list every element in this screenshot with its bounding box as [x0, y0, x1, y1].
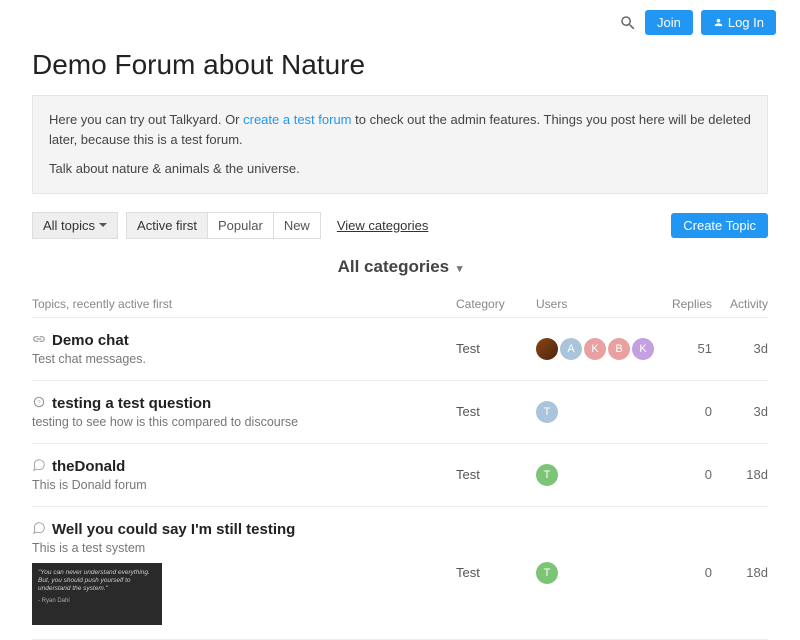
- topic-title[interactable]: testing a test question: [52, 395, 211, 412]
- topic-replies: 0: [656, 467, 712, 482]
- topic-excerpt: This is a test system: [32, 541, 446, 555]
- search-icon[interactable]: [619, 14, 637, 32]
- topic-excerpt: testing to see how is this compared to d…: [32, 415, 446, 429]
- create-test-forum-link[interactable]: create a test forum: [243, 112, 351, 127]
- topic-thumbnail[interactable]: "You can never understand everything. Bu…: [32, 563, 162, 625]
- login-button[interactable]: Log In: [701, 10, 776, 35]
- intro-box: Here you can try out Talkyard. Or create…: [32, 95, 768, 194]
- link-icon: [32, 332, 46, 349]
- topic-category[interactable]: Test: [456, 341, 536, 356]
- col-header-topic: Topics, recently active first: [32, 297, 456, 311]
- intro-text-2: Talk about nature & animals & the univer…: [49, 159, 751, 179]
- sort-tabs: Active first Popular New: [126, 212, 321, 239]
- sort-new[interactable]: New: [274, 213, 320, 238]
- create-topic-button[interactable]: Create Topic: [671, 213, 768, 238]
- topic-activity: 3d: [712, 404, 768, 419]
- login-label: Log In: [728, 15, 764, 30]
- topic-title[interactable]: theDonald: [52, 458, 125, 475]
- col-header-activity: Activity: [712, 297, 768, 311]
- topic-main: Demo chat Test chat messages.: [32, 332, 456, 366]
- all-topics-dropdown[interactable]: All topics: [32, 212, 118, 239]
- all-categories-label: All categories: [338, 257, 450, 276]
- intro-text-a: Here you can try out Talkyard. Or: [49, 112, 243, 127]
- avatar[interactable]: K: [584, 338, 606, 360]
- chat-icon: [32, 458, 46, 475]
- topic-main: ? testing a test question testing to see h…: [32, 395, 456, 429]
- join-button[interactable]: Join: [645, 10, 693, 35]
- sort-active-first[interactable]: Active first: [127, 213, 208, 238]
- all-topics-label: All topics: [43, 218, 95, 233]
- topic-users: T: [536, 464, 656, 486]
- caret-down-icon: [99, 223, 107, 227]
- avatar[interactable]: B: [608, 338, 630, 360]
- topic-activity: 18d: [712, 467, 768, 482]
- topic-row[interactable]: ? testing a test question testing to see h…: [32, 381, 768, 444]
- topic-replies: 0: [656, 565, 712, 580]
- avatar[interactable]: T: [536, 401, 558, 423]
- topic-replies: 0: [656, 404, 712, 419]
- topic-title[interactable]: Well you could say I'm still testing: [52, 521, 295, 538]
- topic-main: theDonald This is Donald forum: [32, 458, 456, 492]
- topic-category[interactable]: Test: [456, 467, 536, 482]
- topic-users: AKBK: [536, 338, 656, 360]
- col-header-category: Category: [456, 297, 536, 311]
- view-categories-link[interactable]: View categories: [337, 218, 429, 233]
- topic-row[interactable]: theDonald This is Donald forum TestT 018d: [32, 444, 768, 507]
- topic-title[interactable]: Demo chat: [52, 332, 129, 349]
- topic-users: T: [536, 401, 656, 423]
- avatar[interactable]: T: [536, 464, 558, 486]
- topic-activity: 18d: [712, 565, 768, 580]
- thumbnail-author: - Ryan Dahl: [38, 598, 156, 604]
- col-header-users: Users: [536, 297, 656, 311]
- all-categories-dropdown[interactable]: All categories ▾: [32, 257, 768, 277]
- question-icon: ?: [32, 395, 46, 412]
- avatar[interactable]: K: [632, 338, 654, 360]
- sort-popular[interactable]: Popular: [208, 213, 274, 238]
- avatar[interactable]: A: [560, 338, 582, 360]
- table-head: Topics, recently active first Category U…: [32, 291, 768, 318]
- chat-icon: [32, 521, 46, 538]
- page-title: Demo Forum about Nature: [32, 49, 768, 81]
- avatar[interactable]: [536, 338, 558, 360]
- topic-replies: 51: [656, 341, 712, 356]
- topic-users: T: [536, 562, 656, 584]
- topic-category[interactable]: Test: [456, 404, 536, 419]
- thumbnail-quote: "You can never understand everything. Bu…: [38, 569, 156, 594]
- topic-category[interactable]: Test: [456, 565, 536, 580]
- topic-excerpt: This is Donald forum: [32, 478, 446, 492]
- col-header-replies: Replies: [656, 297, 712, 311]
- topic-main: Well you could say I'm still testing This…: [32, 521, 456, 625]
- topic-excerpt: Test chat messages.: [32, 352, 446, 366]
- topic-row[interactable]: Well you could say I'm still testing This…: [32, 507, 768, 640]
- topic-activity: 3d: [712, 341, 768, 356]
- topic-row[interactable]: Demo chatTest chat messages.TestAKBK513d: [32, 318, 768, 381]
- svg-text:?: ?: [37, 400, 41, 406]
- caret-down-icon: ▾: [457, 263, 463, 275]
- user-icon: [713, 17, 724, 28]
- avatar[interactable]: T: [536, 562, 558, 584]
